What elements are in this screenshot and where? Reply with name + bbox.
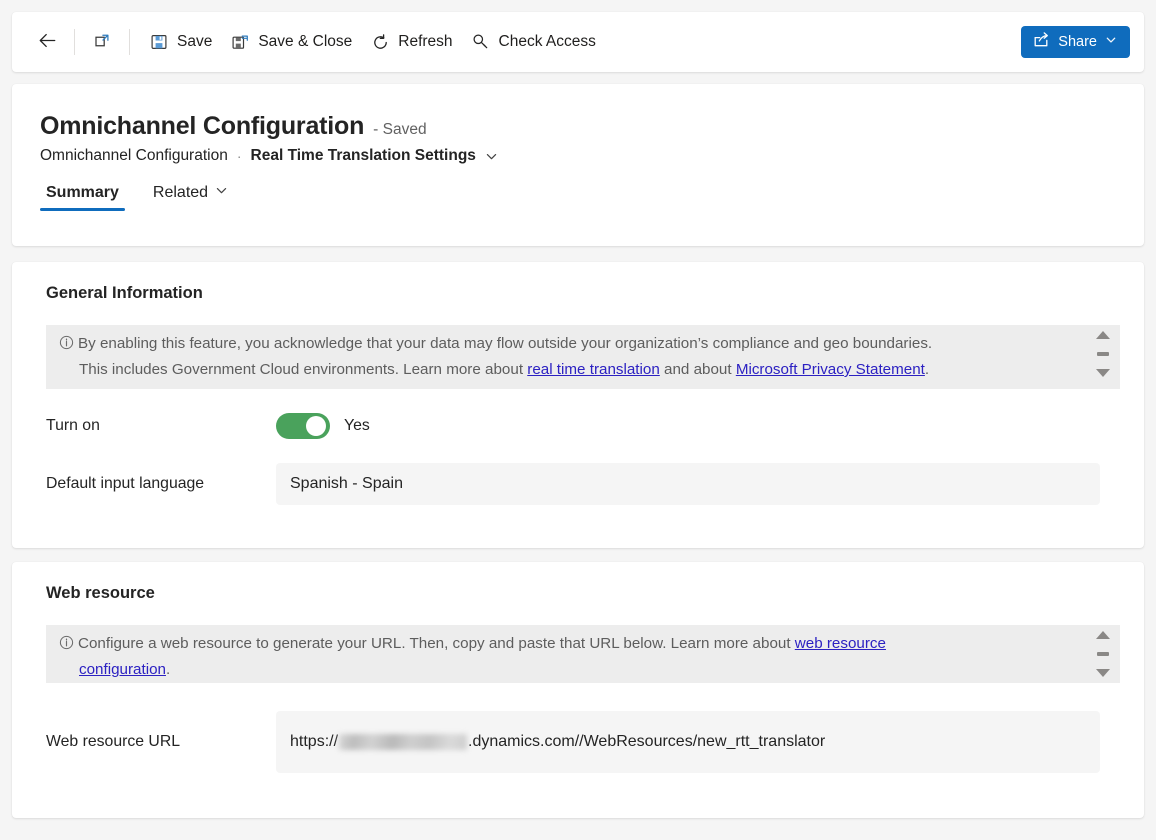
general-information-card: General Information By enabling this fea…: [12, 262, 1144, 548]
arrow-left-icon: [37, 30, 58, 54]
web-resource-url-control: https:// .dynamics.com//WebResources/new_…: [276, 711, 1144, 773]
scroll-up-arrow-icon[interactable]: [1096, 631, 1110, 639]
web-resource-heading: Web resource: [12, 562, 1144, 603]
default-input-language-value: Spanish - Spain: [290, 475, 403, 493]
refresh-button-label: Refresh: [398, 33, 452, 51]
web-resource-card: Web resource Configure a web resource to…: [12, 562, 1144, 818]
key-icon: [471, 32, 491, 52]
command-bar-right-group: Share: [1021, 26, 1130, 58]
scroll-down-arrow-icon[interactable]: [1096, 369, 1110, 377]
web-resource-notification-line2-wrap: configuration.: [59, 658, 170, 682]
breadcrumb-parent[interactable]: Omnichannel Configuration: [40, 147, 228, 165]
save-and-close-button[interactable]: Save & Close: [221, 24, 361, 60]
command-bar-left-group: Save Save & Close: [30, 12, 605, 72]
share-icon: [1032, 31, 1050, 53]
check-access-button-label: Check Access: [499, 33, 596, 51]
general-notification-line2-suffix: .: [925, 361, 929, 378]
web-resource-url-prefix: https://: [290, 733, 338, 751]
scroll-down-arrow-icon[interactable]: [1096, 669, 1110, 677]
general-notification-line1: By enabling this feature, you acknowledg…: [78, 335, 932, 352]
refresh-button[interactable]: Refresh: [361, 24, 461, 60]
general-notification-line2-wrap: This includes Government Cloud environme…: [59, 358, 929, 382]
app-page: Save Save & Close: [0, 0, 1156, 840]
tab-related[interactable]: Related: [147, 183, 234, 211]
turn-on-value: Yes: [344, 417, 370, 435]
web-resource-url-input[interactable]: https:// .dynamics.com//WebResources/new_…: [276, 711, 1100, 773]
chevron-down-icon: [1105, 34, 1117, 50]
tab-list: Summary Related: [12, 165, 1144, 211]
tab-related-label: Related: [153, 184, 208, 202]
scroll-thumb[interactable]: [1097, 352, 1109, 356]
check-access-button[interactable]: Check Access: [462, 24, 605, 60]
chevron-down-icon: [215, 184, 228, 202]
save-disk-icon: [149, 33, 169, 51]
turn-on-field-row: Turn on Yes: [12, 413, 1144, 439]
record-title-row: Omnichannel Configuration - Saved: [12, 84, 1144, 141]
scroll-thumb[interactable]: [1097, 652, 1109, 656]
general-notification-line2-prefix: This includes Government Cloud environme…: [79, 361, 527, 378]
microsoft-privacy-statement-link[interactable]: Microsoft Privacy Statement: [736, 361, 925, 378]
save-and-close-button-label: Save & Close: [258, 33, 352, 51]
default-input-language-field-row: Default input language Spanish - Spain: [12, 463, 1144, 505]
share-button[interactable]: Share: [1021, 26, 1130, 58]
save-button[interactable]: Save: [140, 24, 221, 60]
breadcrumb-separator: ·: [237, 148, 242, 164]
tab-summary[interactable]: Summary: [40, 183, 125, 211]
toggle-knob: [306, 416, 326, 436]
web-resource-url-field-row: Web resource URL https:// .dynamics.com//…: [12, 711, 1144, 773]
redacted-org-name: [339, 734, 467, 750]
save-and-close-icon: [230, 33, 250, 52]
turn-on-toggle[interactable]: [276, 413, 330, 439]
save-state-text: - Saved: [373, 121, 426, 139]
web-resource-notification: Configure a web resource to generate you…: [46, 625, 1120, 683]
page-title: Omnichannel Configuration: [40, 112, 364, 141]
scroll-up-arrow-icon[interactable]: [1096, 331, 1110, 339]
record-header-card: Omnichannel Configuration - Saved Omnich…: [12, 84, 1144, 246]
web-resource-notification-line1: Configure a web resource to generate you…: [78, 635, 795, 652]
breadcrumb-current[interactable]: Real Time Translation Settings: [251, 147, 476, 165]
pop-out-icon: [93, 31, 112, 53]
default-input-language-label: Default input language: [46, 475, 276, 493]
info-circle-icon: [59, 634, 74, 658]
web-resource-configuration-link[interactable]: configuration: [79, 661, 166, 678]
web-resource-url-value: https:// .dynamics.com//WebResources/new_…: [290, 733, 825, 751]
share-button-label: Share: [1058, 34, 1097, 50]
general-information-notification: By enabling this feature, you acknowledg…: [46, 325, 1120, 389]
toolbar-divider-2: [129, 29, 130, 55]
save-button-label: Save: [177, 33, 212, 51]
default-input-language-input[interactable]: Spanish - Spain: [276, 463, 1100, 505]
refresh-icon: [370, 33, 390, 52]
general-notification-line2-middle: and about: [660, 361, 736, 378]
open-in-new-window-button[interactable]: [85, 24, 119, 60]
back-button[interactable]: [30, 24, 64, 60]
info-circle-icon: [59, 334, 74, 358]
turn-on-toggle-wrap: Yes: [276, 413, 1100, 439]
command-bar: Save Save & Close: [12, 12, 1144, 72]
chevron-down-icon[interactable]: [485, 150, 498, 163]
web-resource-url-suffix: .dynamics.com//WebResources/new_rtt_tran…: [468, 733, 825, 751]
toolbar-divider-1: [74, 29, 75, 55]
web-resource-url-label: Web resource URL: [46, 733, 276, 751]
web-resource-notification-text: Configure a web resource to generate you…: [46, 625, 926, 683]
general-information-heading: General Information: [12, 262, 1144, 303]
turn-on-control: Yes: [276, 413, 1144, 439]
general-notification-scrollbar[interactable]: [1094, 331, 1112, 377]
breadcrumb: Omnichannel Configuration · Real Time Tr…: [12, 141, 1144, 165]
web-resource-notification-line2-suffix: .: [166, 661, 170, 678]
default-input-language-control: Spanish - Spain: [276, 463, 1144, 505]
real-time-translation-link[interactable]: real time translation: [527, 361, 660, 378]
turn-on-label: Turn on: [46, 417, 276, 435]
web-resource-link[interactable]: web resource: [795, 635, 886, 652]
web-resource-notification-scrollbar[interactable]: [1094, 631, 1112, 677]
tab-summary-label: Summary: [46, 184, 119, 202]
general-notification-text: By enabling this feature, you acknowledg…: [46, 325, 972, 389]
